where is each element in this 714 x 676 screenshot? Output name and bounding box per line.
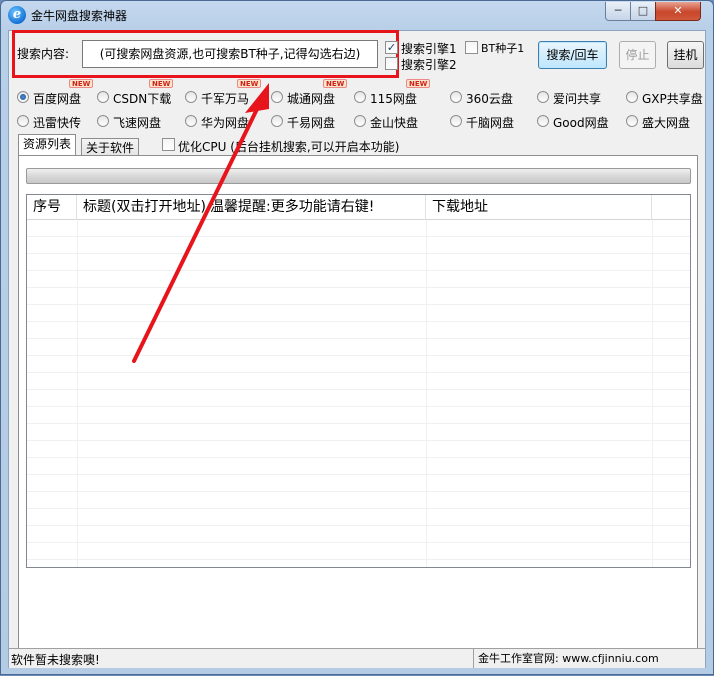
tab-resource-list[interactable]: 资源列表 xyxy=(18,134,77,156)
table-row xyxy=(27,492,690,509)
search-progress-bar xyxy=(26,168,691,184)
engine2-checkbox[interactable] xyxy=(385,57,398,70)
column-header-title[interactable]: 标题(双击打开地址) xyxy=(77,195,208,220)
source-label-10[interactable]: 华为网盘 xyxy=(201,114,249,131)
table-body xyxy=(27,220,690,567)
bt-seed-checkbox[interactable] xyxy=(465,41,478,54)
title-bar[interactable]: e 金牛网盘搜索神器 ─ □ ✕ xyxy=(1,1,713,29)
status-message: 软件暂未搜索噢! xyxy=(11,653,100,667)
table-row xyxy=(27,237,690,254)
table-row xyxy=(27,288,690,305)
source-radio-5[interactable] xyxy=(450,91,462,103)
engine1-checkbox[interactable]: ✓ xyxy=(385,41,398,54)
column-header-download[interactable]: 下载地址 xyxy=(426,195,652,220)
table-row xyxy=(27,322,690,339)
status-bar: 软件暂未搜索噢! 金牛工作室官网: www.cfjinniu.com xyxy=(9,648,705,668)
source-radio-9[interactable] xyxy=(97,115,109,127)
table-row xyxy=(27,220,690,237)
source-label-9[interactable]: 飞速网盘 xyxy=(113,114,161,131)
close-button[interactable]: ✕ xyxy=(655,2,701,21)
optimize-cpu-checkbox[interactable] xyxy=(162,138,175,151)
new-badge: NEW xyxy=(323,79,348,88)
source-label-0[interactable]: 百度网盘 xyxy=(33,90,81,107)
source-radio-10[interactable] xyxy=(185,115,197,127)
table-row xyxy=(27,390,690,407)
source-radio-15[interactable] xyxy=(626,115,638,127)
optimize-cpu-label: 优化CPU (后台挂机搜索,可以开启本功能) xyxy=(178,140,400,154)
source-radio-7[interactable] xyxy=(626,91,638,103)
source-label-11[interactable]: 千易网盘 xyxy=(287,114,335,131)
table-row xyxy=(27,543,690,560)
new-badge: NEW xyxy=(237,79,262,88)
table-row xyxy=(27,509,690,526)
source-radio-6[interactable] xyxy=(537,91,549,103)
table-row xyxy=(27,254,690,271)
source-radio-3[interactable] xyxy=(271,91,283,103)
source-label-12[interactable]: 金山快盘 xyxy=(370,114,418,131)
client-area: 搜索内容: ✓ 搜索引擎1 搜索引擎2 BT种子1 搜索/回车 停止 挂机 百度… xyxy=(8,30,706,668)
source-radio-14[interactable] xyxy=(537,115,549,127)
source-label-2[interactable]: 千军万马 xyxy=(201,90,249,107)
results-table[interactable]: 序号 标题(双击打开地址) 温馨提醒:更多功能请右键! 下载地址 xyxy=(26,194,691,568)
stop-button[interactable]: 停止 xyxy=(619,41,656,69)
table-row xyxy=(27,475,690,492)
table-row xyxy=(27,458,690,475)
source-label-8[interactable]: 迅雷快传 xyxy=(33,114,81,131)
table-row xyxy=(27,424,690,441)
column-header-tip: 温馨提醒:更多功能请右键! xyxy=(208,195,426,220)
source-radio-11[interactable] xyxy=(271,115,283,127)
source-label-3[interactable]: 城通网盘 xyxy=(287,90,335,107)
source-label-13[interactable]: 千脑网盘 xyxy=(466,114,514,131)
engine1-label: 搜索引擎1 xyxy=(401,42,457,56)
status-website: 金牛工作室官网: www.cfjinniu.com xyxy=(473,649,705,668)
search-button[interactable]: 搜索/回车 xyxy=(538,41,607,69)
source-radio-12[interactable] xyxy=(354,115,366,127)
new-badge: NEW xyxy=(69,79,94,88)
source-label-15[interactable]: 盛大网盘 xyxy=(642,114,690,131)
source-radio-1[interactable] xyxy=(97,91,109,103)
source-radio-8[interactable] xyxy=(17,115,29,127)
table-row xyxy=(27,356,690,373)
table-row xyxy=(27,407,690,424)
table-row xyxy=(27,560,690,567)
hangup-button[interactable]: 挂机 xyxy=(667,41,704,69)
engine2-label: 搜索引擎2 xyxy=(401,58,457,72)
source-radio-4[interactable] xyxy=(354,91,366,103)
source-radio-2[interactable] xyxy=(185,91,197,103)
table-row xyxy=(27,441,690,458)
table-header: 序号 标题(双击打开地址) 温馨提醒:更多功能请右键! 下载地址 xyxy=(27,195,690,220)
new-badge: NEW xyxy=(406,79,431,88)
column-header-index[interactable]: 序号 xyxy=(27,195,77,220)
table-row xyxy=(27,271,690,288)
app-window: e 金牛网盘搜索神器 ─ □ ✕ 搜索内容: ✓ 搜索引擎1 搜索引擎2 BT种… xyxy=(0,0,714,675)
resource-list-panel: 序号 标题(双击打开地址) 温馨提醒:更多功能请右键! 下载地址 xyxy=(18,155,698,652)
source-label-7[interactable]: GXP共享盘 xyxy=(642,90,703,107)
table-row xyxy=(27,373,690,390)
source-radio-13[interactable] xyxy=(450,115,462,127)
source-label-14[interactable]: Good网盘 xyxy=(553,114,609,131)
source-label-1[interactable]: CSDN下载 xyxy=(113,90,171,107)
window-title: 金牛网盘搜索神器 xyxy=(31,9,128,23)
source-label-4[interactable]: 115网盘 xyxy=(370,90,417,107)
source-label-6[interactable]: 爱问共享 xyxy=(553,90,601,107)
app-icon: e xyxy=(8,6,26,24)
source-radio-0[interactable] xyxy=(17,91,29,103)
bt-seed-label: BT种子1 xyxy=(481,42,525,55)
new-badge: NEW xyxy=(149,79,174,88)
table-row xyxy=(27,305,690,322)
minimize-button[interactable]: ─ xyxy=(605,2,631,21)
table-row xyxy=(27,339,690,356)
table-row xyxy=(27,526,690,543)
highlight-annotation-box xyxy=(12,30,399,78)
source-label-5[interactable]: 360云盘 xyxy=(466,90,513,107)
maximize-button[interactable]: □ xyxy=(630,2,656,21)
